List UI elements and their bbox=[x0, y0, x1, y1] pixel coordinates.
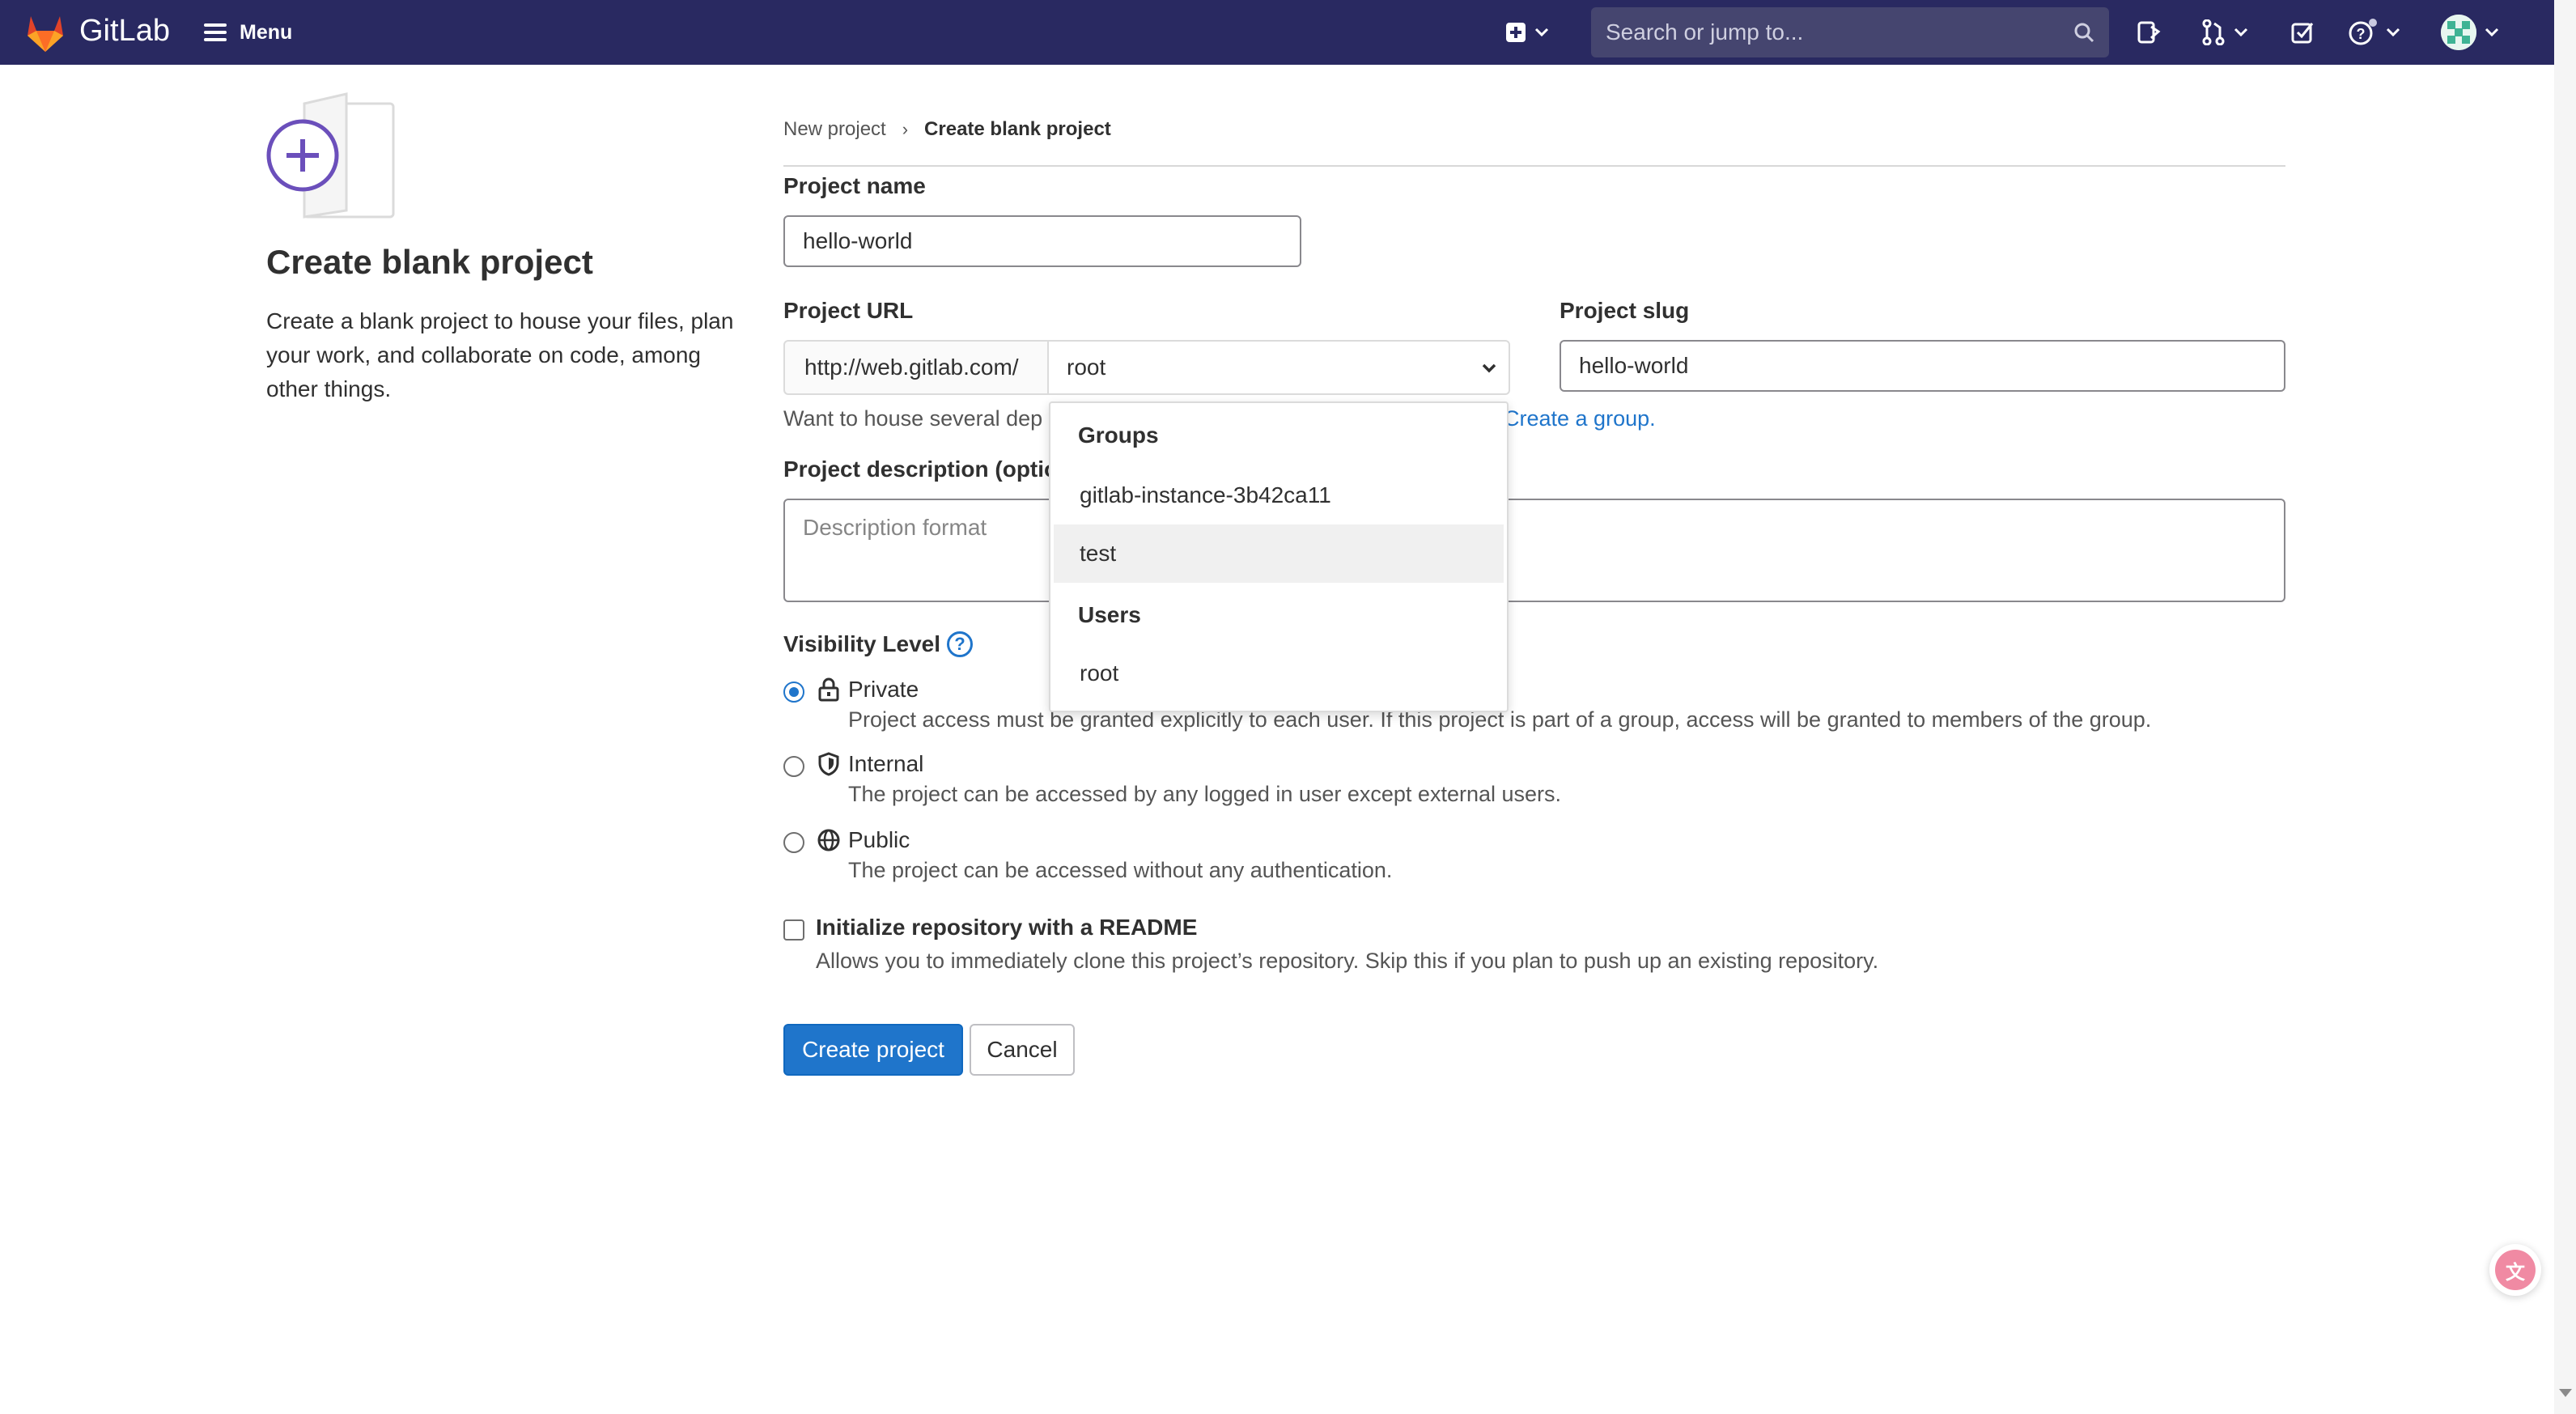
blank-project-illustration bbox=[266, 92, 395, 219]
public-label: Public bbox=[848, 827, 910, 852]
todos-button[interactable] bbox=[2290, 16, 2315, 49]
scroll-down-arrow-icon[interactable] bbox=[2558, 1387, 2573, 1399]
page-description: Create a blank project to house your fil… bbox=[266, 308, 734, 401]
new-item-dropdown[interactable] bbox=[1505, 16, 1549, 49]
namespace-select-value: root bbox=[1067, 355, 1106, 380]
visibility-option-internal[interactable]: Internal The project can be accessed by … bbox=[783, 751, 1561, 807]
radio-private[interactable] bbox=[783, 682, 804, 703]
group-help-text-label: Want to house several dep bbox=[783, 406, 1043, 431]
page-scrollbar[interactable] bbox=[2554, 0, 2576, 1414]
merge-request-icon bbox=[2202, 19, 2225, 45]
create-group-link[interactable]: Create a group. bbox=[1504, 406, 1656, 431]
readme-checkbox[interactable] bbox=[783, 919, 804, 941]
internal-label: Internal bbox=[848, 751, 924, 776]
create-project-button[interactable]: Create project bbox=[783, 1024, 963, 1076]
chevron-right-icon: › bbox=[902, 119, 909, 139]
hamburger-icon bbox=[204, 23, 227, 41]
plus-square-icon bbox=[1506, 23, 1526, 42]
breadcrumb-new-project[interactable]: New project bbox=[783, 118, 886, 141]
question-circle-icon[interactable]: ? bbox=[947, 631, 974, 657]
issues-button[interactable] bbox=[2137, 16, 2161, 49]
url-prefix: http://web.gitlab.com/ bbox=[783, 340, 1049, 395]
translate-icon: 文 bbox=[2495, 1250, 2536, 1290]
dropdown-item-root[interactable]: root bbox=[1054, 644, 1504, 703]
readme-option[interactable]: Initialize repository with a README Allo… bbox=[783, 915, 1878, 974]
issues-icon bbox=[2137, 21, 2161, 44]
visibility-level-text: Visibility Level bbox=[783, 631, 941, 656]
project-slug-label: Project slug bbox=[1560, 298, 1690, 323]
menu-button[interactable]: Menu bbox=[204, 16, 292, 49]
internal-description: The project can be accessed by any logge… bbox=[848, 782, 1562, 806]
shield-icon bbox=[818, 752, 839, 776]
cancel-button[interactable]: Cancel bbox=[970, 1024, 1075, 1076]
radio-public[interactable] bbox=[783, 832, 804, 853]
readme-label: Initialize repository with a README bbox=[816, 915, 1198, 940]
svg-text:?: ? bbox=[2357, 26, 2366, 42]
breadcrumb-current: Create blank project bbox=[924, 118, 1111, 140]
group-help-text: Want to house several dep Create a group… bbox=[783, 406, 1656, 431]
menu-label: Menu bbox=[240, 20, 293, 44]
dropdown-groups-header: Groups bbox=[1078, 423, 1159, 448]
chevron-down-icon bbox=[2386, 28, 2400, 37]
project-name-input[interactable]: hello-world bbox=[783, 215, 1301, 267]
project-name-label: Project name bbox=[783, 173, 926, 198]
project-description-textarea[interactable]: Description format bbox=[783, 499, 2285, 602]
search-input[interactable]: Search or jump to... bbox=[1591, 7, 2109, 57]
page-title: Create blank project bbox=[266, 243, 593, 281]
globe-icon bbox=[817, 829, 840, 851]
project-url-label: Project URL bbox=[783, 298, 914, 323]
dropdown-users-header: Users bbox=[1078, 602, 1141, 627]
visibility-level-label: Visibility Level ? bbox=[783, 631, 974, 657]
lock-icon bbox=[818, 677, 839, 702]
project-slug-input[interactable]: hello-world bbox=[1560, 340, 2285, 392]
brand-name[interactable]: GitLab bbox=[79, 14, 170, 49]
namespace-dropdown-menu: Groups gitlab-instance-3b42ca11 test Use… bbox=[1049, 401, 1509, 712]
project-description-label: Project description (optio bbox=[783, 456, 1059, 482]
dropdown-item-gitlab-instance[interactable]: gitlab-instance-3b42ca11 bbox=[1054, 466, 1504, 524]
breadcrumb-divider bbox=[783, 165, 2285, 167]
chevron-down-icon bbox=[1534, 28, 1549, 37]
user-menu-dropdown[interactable] bbox=[2441, 15, 2499, 50]
gitlab-logo-icon[interactable] bbox=[23, 11, 68, 53]
chevron-down-icon bbox=[1482, 363, 1496, 373]
readme-description: Allows you to immediately clone this pro… bbox=[816, 949, 1879, 973]
top-navbar: GitLab Menu Search or jump to... ? bbox=[0, 0, 2554, 65]
todo-icon bbox=[2291, 23, 2314, 44]
radio-internal[interactable] bbox=[783, 756, 804, 777]
chevron-down-icon bbox=[2234, 28, 2248, 37]
avatar bbox=[2441, 15, 2476, 50]
breadcrumb: New project › Create blank project bbox=[783, 118, 1111, 141]
merge-requests-dropdown[interactable] bbox=[2201, 16, 2248, 49]
help-dropdown[interactable]: ? bbox=[2349, 16, 2400, 49]
search-icon bbox=[2074, 23, 2094, 43]
translate-button[interactable]: 文 bbox=[2489, 1244, 2541, 1296]
help-icon: ? bbox=[2349, 19, 2377, 45]
public-description: The project can be accessed without any … bbox=[848, 858, 1393, 882]
namespace-select[interactable]: root bbox=[1047, 340, 1510, 395]
dropdown-item-test[interactable]: test bbox=[1054, 524, 1504, 583]
search-placeholder: Search or jump to... bbox=[1606, 19, 1804, 45]
chevron-down-icon bbox=[2485, 28, 2499, 37]
visibility-option-public[interactable]: Public The project can be accessed witho… bbox=[783, 827, 1392, 883]
private-label: Private bbox=[848, 677, 919, 702]
